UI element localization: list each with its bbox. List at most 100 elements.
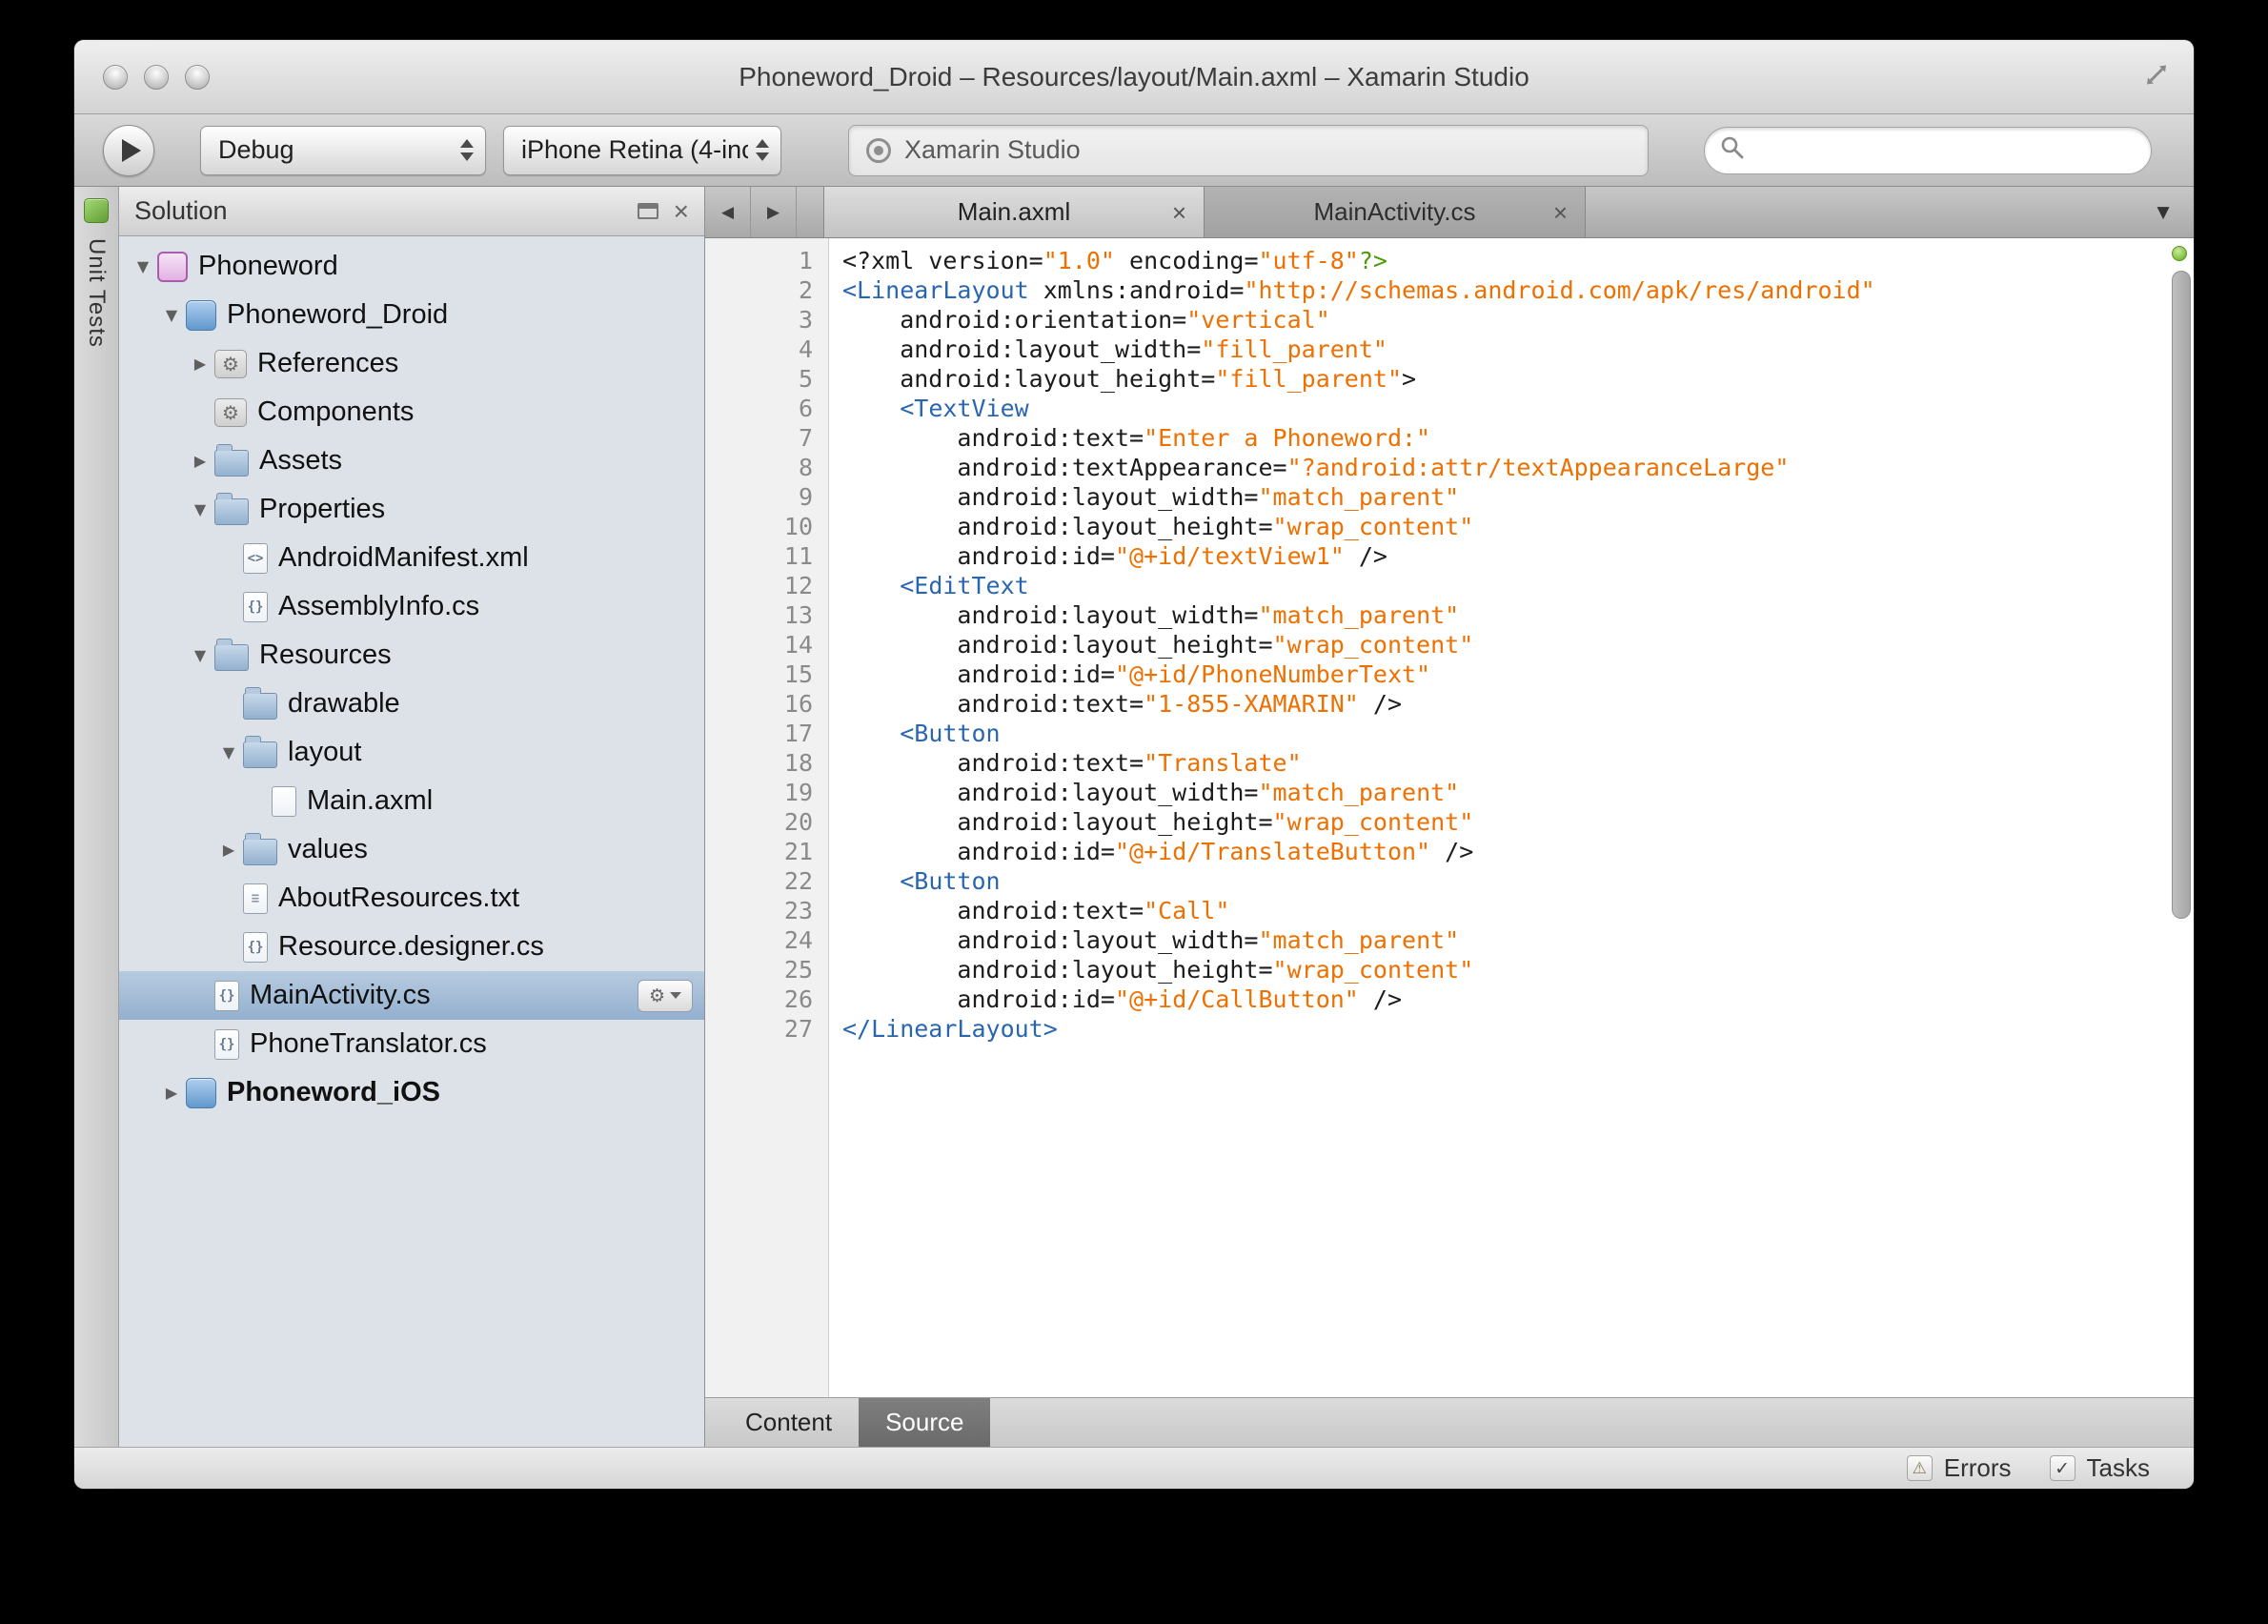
item-options-gear-button[interactable] — [638, 979, 693, 1012]
disclosure-triangle-icon[interactable]: ▶ — [186, 452, 214, 470]
tree-item-androidmanifest-xml[interactable]: AndroidManifest.xml — [119, 534, 704, 582]
code-line[interactable]: <?xml version="1.0" encoding="utf-8"?> — [842, 246, 2194, 275]
unit-tests-pad-tab[interactable]: Unit Tests — [83, 238, 110, 348]
code-line[interactable]: android:layout_height="wrap_content" — [842, 807, 2194, 837]
pad-tab-strip: Unit Tests — [74, 187, 119, 1447]
code-line[interactable]: android:text="Translate" — [842, 748, 2194, 778]
code-line[interactable]: android:id="@+id/PhoneNumberText" — [842, 660, 2194, 689]
code-line[interactable]: android:layout_width="match_parent" — [842, 600, 2194, 630]
tree-item-aboutresources-txt[interactable]: AboutResources.txt — [119, 874, 704, 923]
tree-item-resources[interactable]: ▼ Resources — [119, 631, 704, 680]
close-pad-icon[interactable]: × — [674, 197, 689, 225]
tree-item-phoneword[interactable]: ▼ Phoneword — [119, 242, 704, 291]
status-text: Xamarin Studio — [904, 135, 1081, 164]
code-line[interactable]: <LinearLayout xmlns:android="http://sche… — [842, 275, 2194, 305]
editor-scrollbar[interactable] — [2172, 271, 2191, 1388]
errors-button[interactable]: ⚠ Errors — [1888, 1448, 2031, 1489]
disclosure-triangle-icon[interactable]: ▶ — [186, 355, 214, 373]
code-line[interactable]: android:layout_height="wrap_content" — [842, 512, 2194, 541]
tree-item-layout[interactable]: ▼ layout — [119, 728, 704, 777]
content-view-tab[interactable]: Content — [719, 1398, 859, 1447]
line-number: 3 — [798, 306, 813, 334]
device-dropdown[interactable]: iPhone Retina (4-inch — [503, 125, 781, 175]
navigate-forward-button[interactable]: ▶ — [751, 187, 797, 237]
tree-item-label: PhoneTranslator.cs — [250, 1028, 487, 1059]
tree-item-resource-designer-cs[interactable]: Resource.designer.cs — [119, 923, 704, 971]
code-line[interactable]: android:layout_width="fill_parent" — [842, 335, 2194, 364]
scrollbar-thumb[interactable] — [2172, 271, 2191, 919]
code-line[interactable]: <EditText — [842, 571, 2194, 600]
code-line[interactable]: <TextView — [842, 394, 2194, 423]
tree-item-main-axml[interactable]: Main.axml — [119, 777, 704, 825]
tree-item-references[interactable]: ▶ References — [119, 339, 704, 388]
code-line[interactable]: android:layout_width="match_parent" — [842, 778, 2194, 807]
tree-item-values[interactable]: ▶ values — [119, 825, 704, 874]
tab-mainactivity-cs[interactable]: MainActivity.cs × — [1205, 187, 1586, 237]
tree-item-assemblyinfo-cs[interactable]: AssemblyInfo.cs — [119, 582, 704, 631]
code-editor[interactable]: 1 2 3 4 5 6 7 8 9 10 11 12 13 14 15 16 17 18 19 20 21 22 23 24 2… — [705, 238, 2194, 1397]
disclosure-triangle-icon[interactable]: ▼ — [129, 257, 157, 275]
tree-item-assets[interactable]: ▶ Assets — [119, 436, 704, 485]
code-line[interactable]: android:layout_height="wrap_content" — [842, 630, 2194, 660]
line-number: 25 — [783, 956, 813, 984]
code-line[interactable]: android:layout_width="match_parent" — [842, 925, 2194, 955]
disclosure-triangle-icon[interactable]: ▼ — [157, 306, 186, 324]
disclosure-triangle-icon[interactable]: ▶ — [157, 1084, 186, 1102]
disclosure-triangle-icon[interactable]: ▼ — [186, 500, 214, 518]
tree-item-properties[interactable]: ▼ Properties — [119, 485, 704, 534]
dock-pad-icon[interactable] — [637, 203, 658, 219]
code-line[interactable]: android:layout_width="match_parent" — [842, 482, 2194, 512]
code-line[interactable]: android:layout_height="fill_parent"> — [842, 364, 2194, 394]
code-line[interactable]: android:id="@+id/TranslateButton" /> — [842, 837, 2194, 866]
folder-icon — [214, 444, 249, 477]
tree-item-label: Assets — [259, 445, 343, 476]
run-button[interactable] — [103, 124, 154, 176]
code-line[interactable]: android:layout_height="wrap_content" — [842, 955, 2194, 985]
device-label: iPhone Retina (4-inch — [521, 135, 748, 164]
quick-task-health-dot[interactable] — [2172, 246, 2187, 261]
zoom-button[interactable] — [185, 64, 210, 90]
tasks-button[interactable]: ✓ Tasks — [2031, 1448, 2169, 1489]
search-field[interactable] — [1704, 126, 2152, 174]
search-input[interactable] — [1754, 135, 2136, 165]
code-line[interactable]: </LinearLayout> — [842, 1014, 2194, 1044]
code-line[interactable]: android:text="Call" — [842, 896, 2194, 925]
close-tab-icon[interactable]: × — [1172, 200, 1186, 225]
minimize-button[interactable] — [144, 64, 169, 90]
errors-label: Errors — [1943, 1453, 2012, 1482]
tree-item-components[interactable]: Components — [119, 388, 704, 436]
tree-item-phoneword-ios[interactable]: ▶ Phoneword_iOS — [119, 1068, 704, 1117]
tab-main-axml[interactable]: Main.axml × — [823, 187, 1205, 237]
line-number: 9 — [798, 483, 813, 511]
tree-item-mainactivity-cs[interactable]: MainActivity.cs — [119, 971, 704, 1020]
tree-item-drawable[interactable]: drawable — [119, 680, 704, 728]
titlebar[interactable]: Phoneword_Droid – Resources/layout/Main.… — [74, 40, 2194, 114]
code-line[interactable]: android:text="Enter a Phoneword:" — [842, 423, 2194, 453]
code-line[interactable]: android:textAppearance="?android:attr/te… — [842, 453, 2194, 482]
code-line[interactable]: android:id="@+id/CallButton" /> — [842, 985, 2194, 1014]
editor-tabbar: ◀ ▶ Main.axml × MainActivity.cs × ▼ — [705, 187, 2194, 238]
disclosure-triangle-icon[interactable]: ▶ — [214, 841, 243, 859]
line-number: 13 — [783, 601, 813, 629]
disclosure-triangle-icon[interactable]: ▼ — [214, 743, 243, 761]
code-line[interactable]: android:id="@+id/textView1" /> — [842, 541, 2194, 571]
navigate-back-button[interactable]: ◀ — [705, 187, 751, 237]
code-line[interactable]: android:text="1-855-XAMARIN" /> — [842, 689, 2194, 719]
line-number: 14 — [783, 631, 813, 659]
code-line[interactable]: android:orientation="vertical" — [842, 305, 2194, 335]
code-line[interactable]: <Button — [842, 719, 2194, 748]
main-toolbar: Debug iPhone Retina (4-inch Xamarin Stud… — [74, 114, 2194, 187]
tree-item-label: References — [257, 348, 399, 378]
tree-item-phonetranslator-cs[interactable]: PhoneTranslator.cs — [119, 1020, 704, 1068]
fullscreen-resize-icon[interactable] — [2142, 60, 2171, 93]
close-tab-icon[interactable]: × — [1553, 200, 1568, 225]
configuration-dropdown[interactable]: Debug — [200, 125, 486, 175]
project-icon — [186, 299, 216, 331]
code-line[interactable]: <Button — [842, 866, 2194, 896]
tab-list-dropdown-icon[interactable]: ▼ — [2133, 187, 2194, 237]
window-title: Phoneword_Droid – Resources/layout/Main.… — [739, 61, 1529, 91]
tree-item-phoneword-droid[interactable]: ▼ Phoneword_Droid — [119, 291, 704, 339]
source-view-tab[interactable]: Source — [859, 1398, 991, 1447]
disclosure-triangle-icon[interactable]: ▼ — [186, 646, 214, 664]
close-button[interactable] — [103, 64, 128, 90]
